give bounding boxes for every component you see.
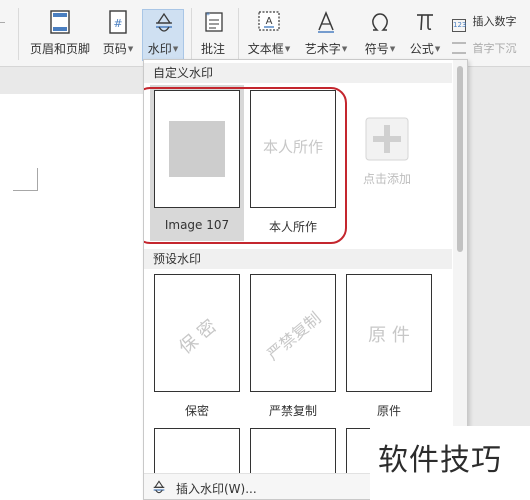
text-box-button[interactable]: A 文本框▼ bbox=[244, 0, 294, 62]
insert-watermark-label: 插入水印(W)... bbox=[176, 482, 257, 496]
custom-watermark-header: 自定义水印 bbox=[144, 63, 452, 83]
page-number-icon: # bbox=[109, 10, 127, 34]
word-art-label: 艺术字 bbox=[304, 42, 341, 56]
watermark-preview-text: 严禁复制 bbox=[263, 308, 325, 365]
header-footer-icon bbox=[50, 10, 70, 34]
chevron-down-icon: ▼ bbox=[434, 45, 441, 53]
word-art-icon bbox=[318, 11, 334, 33]
add-custom-watermark-button[interactable]: 点击添加 bbox=[344, 90, 430, 208]
formula-label: 公式 bbox=[409, 42, 434, 56]
symbol-button[interactable]: 符号▼ bbox=[360, 0, 400, 62]
drop-cap-label: 首字下沉 bbox=[472, 42, 517, 55]
watermark-icon bbox=[153, 480, 165, 494]
watermark-button[interactable]: 水印▼ bbox=[142, 9, 184, 61]
document-page[interactable] bbox=[0, 94, 146, 500]
symbol-label: 符号 bbox=[364, 42, 389, 56]
svg-text:*: * bbox=[206, 11, 210, 20]
word-art-button[interactable]: 艺术字▼ bbox=[300, 0, 352, 62]
preset-watermark-original[interactable]: 原 件 bbox=[346, 274, 432, 392]
preset-watermark-caption: 严禁复制 bbox=[268, 404, 317, 418]
margin-crop-mark bbox=[13, 190, 37, 191]
watermark-preview-text: 本人所作 bbox=[262, 138, 323, 156]
ribbon-separator bbox=[238, 8, 239, 60]
plus-icon bbox=[365, 117, 409, 161]
image-placeholder bbox=[169, 121, 225, 177]
custom-watermark-image[interactable] bbox=[154, 90, 240, 208]
preset-watermark-header: 预设水印 bbox=[144, 249, 452, 269]
text-box-icon: A bbox=[258, 11, 280, 31]
watermark-preview-text: 保 密 bbox=[175, 315, 221, 359]
drop-cap-icon bbox=[452, 42, 466, 54]
preset-watermark-caption: 保密 bbox=[184, 404, 209, 418]
scrollbar-thumb[interactable] bbox=[457, 66, 463, 252]
overflow-mark bbox=[0, 22, 5, 23]
number-icon: 123 bbox=[452, 19, 466, 32]
text-box-label: 文本框 bbox=[247, 42, 284, 56]
watermark-label: 水印 bbox=[147, 42, 172, 56]
drop-cap-button[interactable]: 首字下沉 bbox=[452, 40, 517, 60]
formula-button[interactable]: 公式▼ bbox=[405, 0, 445, 62]
site-watermark: 软件技巧 bbox=[370, 426, 530, 500]
header-footer-label: 页眉和页脚 bbox=[29, 42, 90, 56]
custom-watermark-caption: Image 107 bbox=[164, 218, 230, 232]
document-gap bbox=[0, 68, 146, 94]
add-label: 点击添加 bbox=[362, 172, 411, 186]
page-number-button[interactable]: # 页码▼ bbox=[98, 0, 138, 62]
chevron-down-icon: ▼ bbox=[127, 45, 134, 53]
custom-watermark-caption: 本人所作 bbox=[268, 220, 317, 234]
preset-watermark-no-copy[interactable]: 严禁复制 bbox=[250, 274, 336, 392]
chevron-down-icon: ▼ bbox=[341, 45, 348, 53]
custom-watermark-text[interactable]: 本人所作 bbox=[250, 90, 336, 208]
ribbon-separator bbox=[191, 8, 192, 60]
page-number-label: 页码 bbox=[102, 42, 127, 56]
insert-number-label: 插入数字 bbox=[472, 15, 517, 28]
watermark-preview-text: 原 件 bbox=[368, 325, 410, 346]
chevron-down-icon: ▼ bbox=[284, 45, 291, 53]
chevron-down-icon: ▼ bbox=[172, 45, 179, 53]
insert-number-button[interactable]: 123 插入数字 bbox=[452, 13, 517, 33]
omega-icon bbox=[372, 13, 388, 31]
comment-label: 批注 bbox=[200, 42, 225, 56]
ribbon-toolbar: 页眉和页脚 # 页码▼ 水印▼ * 批注 A 文本框▼ 艺术字▼ 符号▼ 公式▼… bbox=[0, 0, 530, 67]
watermark-icon bbox=[156, 12, 172, 32]
preset-watermark-confidential[interactable]: 保 密 bbox=[154, 274, 240, 392]
chevron-down-icon: ▼ bbox=[389, 45, 396, 53]
header-footer-button[interactable]: 页眉和页脚 bbox=[28, 0, 92, 62]
preset-watermark-caption: 原件 bbox=[376, 404, 401, 418]
comment-button[interactable]: * 批注 bbox=[195, 0, 231, 62]
margin-crop-mark bbox=[37, 168, 38, 191]
pi-icon bbox=[417, 14, 433, 31]
svg-text:A: A bbox=[266, 16, 273, 27]
comment-icon: * bbox=[205, 11, 223, 32]
ribbon-separator bbox=[18, 8, 19, 60]
svg-text:#: # bbox=[113, 17, 122, 30]
